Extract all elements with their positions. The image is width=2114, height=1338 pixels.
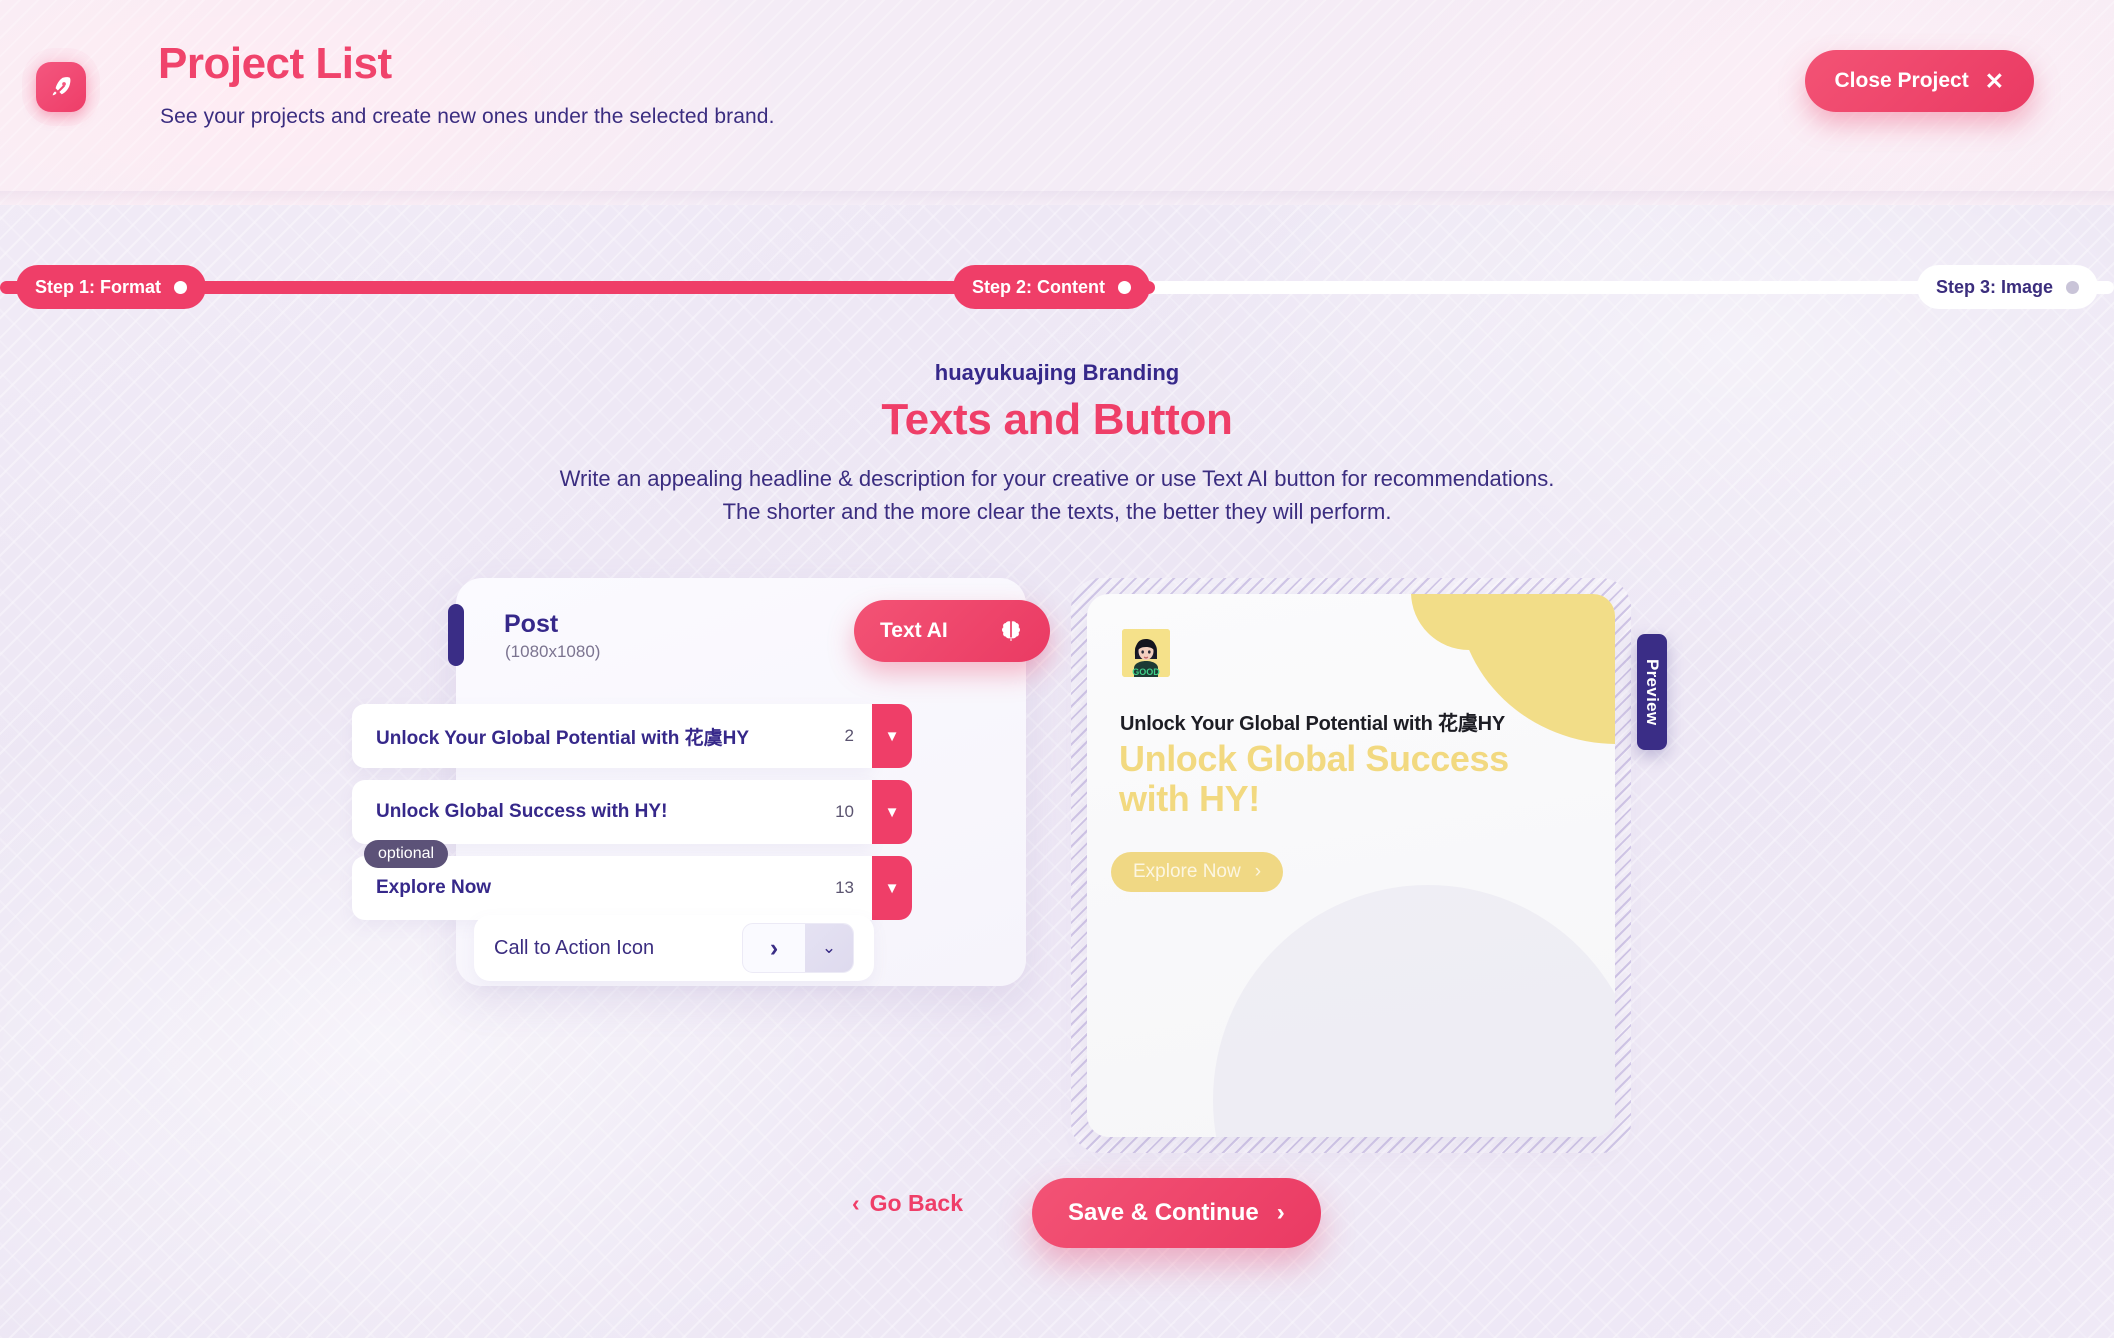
cta-text-dropdown-button[interactable]: ▼ [872,856,912,920]
cta-icon-label: Call to Action Icon [494,936,655,959]
step-3-label: Step 3: Image [1935,276,2053,297]
format-dimensions: (1080x1080) [505,642,601,661]
preview-subheadline: Unlock Global Success with HY! [1119,738,1509,820]
section-description-line-2: The shorter and the more clear the texts… [722,499,1392,524]
close-project-button[interactable]: Close Project ✕ [1804,50,2034,112]
description-count: 10 [835,802,854,821]
form-card-side-tab [448,604,464,666]
header-texture [0,0,2114,205]
step-2-dot-icon [1118,280,1131,294]
description-field-row: Unlock Global Success with HY! 10 ▼ [352,780,912,844]
go-back-label: Go Back [869,1190,963,1216]
chevron-down-icon: ▼ [884,803,900,821]
format-name: Post [504,610,559,638]
preview-toggle-tab[interactable]: Preview [1637,634,1667,750]
preview-cta-button[interactable]: Explore Now › [1111,852,1284,892]
text-form-card: Post (1080x1080) Text AI Unlock Your Glo… [352,578,1050,986]
headline-input[interactable]: Unlock Your Global Potential with 花虞HY 2 [352,704,872,768]
chevron-right-icon: › [1254,861,1262,882]
section-title: Texts and Button [881,395,1233,444]
preview-headline: Unlock Your Global Potential with 花虞HY [1120,713,1506,735]
step-3-image[interactable]: Step 3: Image [1916,265,2098,309]
step-progress-bar: Step 1: Format Step 2: Content Step 3: I… [0,265,2114,309]
page-title: Project List [158,39,392,88]
chevron-right-icon: › [1276,1199,1285,1226]
chevron-down-icon: ⌄ [805,924,853,972]
headline-count: 2 [844,726,854,745]
cta-text-value: Explore Now [376,877,492,898]
rocket-icon [36,62,86,112]
step-2-label: Step 2: Content [972,276,1105,297]
svg-text:GOOD: GOOD [1132,667,1160,677]
cta-text-count: 13 [835,878,854,897]
close-icon: ✕ [1984,67,2004,94]
chevron-down-icon: ▼ [884,879,900,897]
step-2-content[interactable]: Step 2: Content [953,265,1150,309]
text-ai-button[interactable]: Text AI [854,600,1050,662]
cta-text-field-row: optional Explore Now 13 ▼ [352,840,912,920]
step-3-dot-icon [2066,280,2079,294]
cta-icon-row: Call to Action Icon › ⌄ [474,915,874,981]
description-dropdown-button[interactable]: ▼ [872,780,912,844]
brain-icon [1002,621,1020,641]
cta-icon-select[interactable]: › ⌄ [742,923,854,973]
chevron-left-icon: ‹ [852,1190,860,1216]
headline-value: Unlock Your Global Potential with 花虞HY [376,727,749,749]
close-project-label: Close Project [1834,69,1969,92]
optional-badge: optional [364,840,449,868]
go-back-button[interactable]: ‹ Go Back [852,1190,963,1217]
avatar: GOOD [1122,629,1170,677]
chevron-down-icon: ▼ [884,727,900,745]
page-subtitle: See your projects and create new ones un… [160,105,775,128]
creative-preview-card: GOOD Unlock Your Global Potential with 花… [1087,594,1615,1137]
step-1-format[interactable]: Step 1: Format [16,265,207,309]
chevron-right-icon: › [769,933,779,962]
rocket-badge [22,48,100,126]
text-ai-label: Text AI [880,619,948,642]
preview-decorative-circle [1213,885,1615,1137]
section-description-line-1: Write an appealing headline & descriptio… [559,466,1555,491]
page-header: Project List See your projects and creat… [0,0,2114,205]
section-description: Write an appealing headline & descriptio… [0,462,2114,528]
brand-label: huayukuajing Branding [934,360,1180,385]
step-1-label: Step 1: Format [35,276,162,297]
preview-panel: GOOD Unlock Your Global Potential with 花… [1071,578,1667,1153]
save-continue-button[interactable]: Save & Continue › [1032,1178,1321,1248]
headline-dropdown-button[interactable]: ▼ [872,704,912,768]
save-continue-label: Save & Continue [1068,1199,1259,1226]
preview-tab-label: Preview [1643,658,1662,726]
step-1-dot-icon [174,280,188,294]
preview-cta-label: Explore Now [1133,861,1241,882]
description-input[interactable]: Unlock Global Success with HY! 10 [352,780,872,844]
description-value: Unlock Global Success with HY! [376,801,668,822]
headline-field-row: Unlock Your Global Potential with 花虞HY 2… [352,704,912,768]
